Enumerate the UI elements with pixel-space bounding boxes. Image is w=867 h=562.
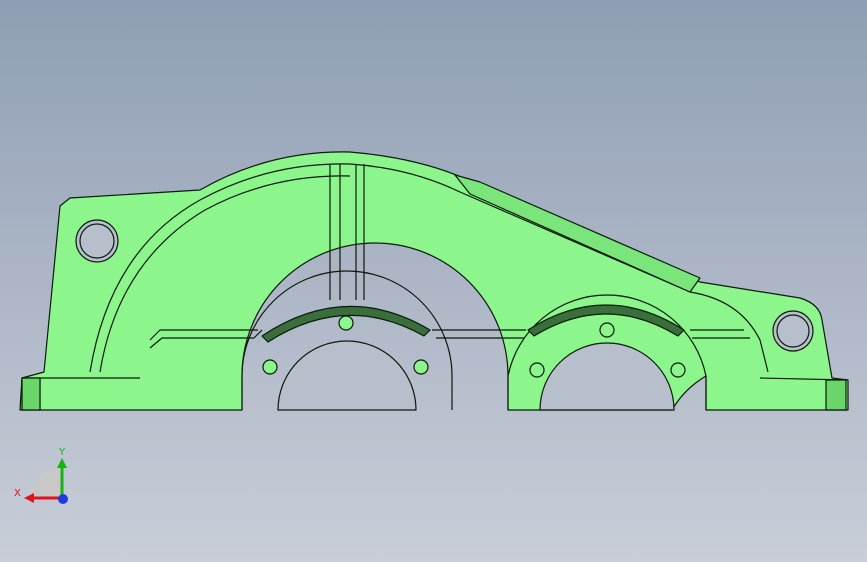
bolt-hole: [599, 322, 615, 338]
right-mount-hole: [772, 310, 814, 352]
bolt-hole: [262, 359, 278, 375]
bolt-hole: [338, 315, 354, 331]
x-axis-label: X: [14, 488, 21, 499]
right-foot-face: [825, 379, 847, 411]
left-mount-hole: [75, 219, 119, 263]
cad-graphics-viewport[interactable]: Y X: [0, 0, 867, 562]
left-foot-face: [21, 377, 41, 411]
bolt-hole: [413, 359, 429, 375]
y-axis-label: Y: [58, 447, 66, 458]
z-axis-dot: [58, 494, 68, 504]
viewport-canvas[interactable]: Y X: [0, 0, 867, 562]
bolt-hole: [529, 362, 545, 378]
bolt-hole: [670, 362, 686, 378]
